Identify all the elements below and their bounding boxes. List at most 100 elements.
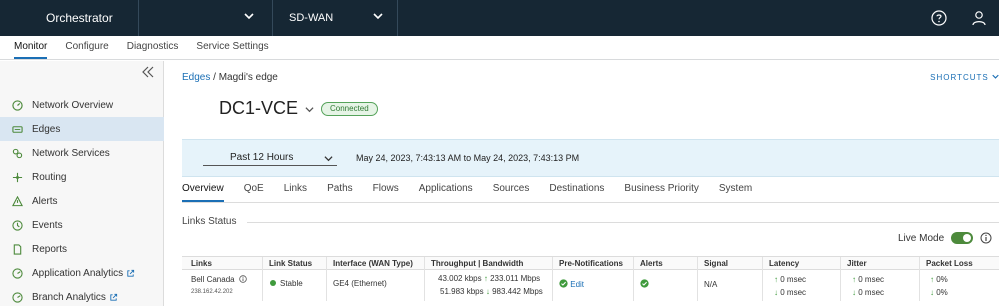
sidebar-item-label: Reports (32, 243, 68, 255)
product-selector[interactable]: SD-WAN (273, 0, 397, 36)
sidebar-item-branch-analytics[interactable]: Branch Analytics (0, 285, 164, 306)
live-mode-label: Live Mode (898, 233, 945, 244)
tab-destinations[interactable]: Destinations (549, 183, 604, 202)
sidebar-item-label: Edges (32, 123, 61, 135)
main-content: Edges / Magdi's edge SHORTCUTS DC1-VCE C… (165, 61, 999, 306)
tab-service-settings[interactable]: Service Settings (196, 35, 268, 59)
edge-device-icon (11, 123, 23, 135)
collapse-sidebar-icon[interactable] (141, 65, 155, 79)
col-latency[interactable]: Latency (769, 259, 799, 268)
divider (182, 202, 999, 203)
help-button[interactable] (919, 0, 959, 36)
jitter-up-value: 0 msec (858, 275, 885, 284)
latency-up: ↑ 0 msec (774, 275, 806, 284)
link-name: Bell Canada (191, 275, 247, 284)
link-name-text: Bell Canada (191, 275, 235, 284)
sidebar-item-network-services[interactable]: Network Services (0, 141, 164, 165)
arrow-up-icon: ↑ (483, 274, 488, 283)
col-jitter[interactable]: Jitter (847, 259, 867, 268)
user-menu-button[interactable] (959, 0, 999, 36)
sidebar-item-application-analytics[interactable]: Application Analytics (0, 261, 164, 285)
links-table-header: Links Link Status Interface (WAN Type) T… (182, 256, 999, 301)
tab-flows[interactable]: Flows (373, 183, 399, 202)
sidebar-item-label: Alerts (32, 195, 58, 207)
sidebar-item-events[interactable]: Events (0, 213, 164, 237)
tab-sources[interactable]: Sources (493, 183, 530, 202)
link-status-text: Stable (280, 279, 303, 288)
col-pre-notifications[interactable]: Pre-Notifications (559, 259, 623, 268)
top-bar: Orchestrator SD-WAN (0, 0, 999, 36)
network-services-icon (11, 147, 23, 159)
tab-configure[interactable]: Configure (65, 35, 108, 59)
arrow-down-icon: ↓ (774, 288, 778, 297)
throughput-down-value: 51.983 kbps (440, 287, 484, 296)
tab-links[interactable]: Links (284, 183, 307, 202)
gauge-icon (11, 99, 23, 111)
col-alerts[interactable]: Alerts (640, 259, 663, 268)
col-signal[interactable]: Signal (704, 259, 728, 268)
bandwidth-down-value: 983.442 Mbps (492, 287, 543, 296)
edge-name: DC1-VCE (219, 98, 299, 118)
throughput-up-value: 43.002 kbps (438, 274, 482, 283)
main-nav: Monitor Configure Diagnostics Service Se… (0, 36, 999, 60)
interface: GE4 (Ethernet) (333, 279, 387, 288)
table-row[interactable]: Bell Canada 238.162.42.202 Stable GE4 (E… (182, 270, 999, 302)
sidebar-item-network-overview[interactable]: Network Overview (0, 93, 164, 117)
breadcrumb: Edges / Magdi's edge (182, 72, 278, 83)
sidebar-item-reports[interactable]: Reports (0, 237, 164, 261)
product-label: SD-WAN (289, 12, 334, 24)
link-status: Stable (270, 279, 303, 288)
shortcuts-menu[interactable]: SHORTCUTS (930, 73, 999, 82)
sidebar-item-routing[interactable]: Routing (0, 165, 164, 189)
time-range-text: May 24, 2023, 7:43:13 AM to May 24, 2023… (356, 153, 580, 163)
tab-monitor[interactable]: Monitor (14, 35, 48, 59)
sidebar-item-label: Branch Analytics (32, 291, 106, 303)
customer-selector[interactable] (139, 0, 272, 36)
breadcrumb-link-edges[interactable]: Edges (182, 72, 210, 83)
tab-applications[interactable]: Applications (419, 183, 473, 202)
tab-overview[interactable]: Overview (182, 183, 224, 202)
edge-subtabs: Overview QoE Links Paths Flows Applicati… (182, 183, 772, 202)
info-icon[interactable] (239, 275, 247, 283)
arrow-up-icon: ↑ (852, 275, 856, 284)
pre-notifications-cell: Edit (559, 279, 584, 289)
analytics-icon (11, 291, 23, 303)
sidebar-item-label: Routing (32, 171, 67, 183)
chevron-down-icon (324, 156, 333, 162)
check-circle-icon (640, 279, 649, 288)
time-filter-bar: Past 12 Hours May 24, 2023, 7:43:13 AM t… (182, 139, 999, 177)
chevron-down-icon[interactable] (305, 105, 314, 114)
status-badge: Connected (321, 102, 378, 116)
status-dot (270, 280, 276, 286)
sidebar-item-label: Network Services (32, 147, 110, 159)
tab-qoe[interactable]: QoE (244, 183, 264, 202)
edit-link[interactable]: Edit (570, 280, 584, 289)
external-link-icon (127, 269, 135, 277)
sidebar-item-edges[interactable]: Edges (0, 117, 164, 141)
time-range-selected: Past 12 Hours (230, 152, 294, 163)
col-links[interactable]: Links (191, 259, 212, 268)
chevron-down-icon (992, 74, 999, 79)
latency-up-value: 0 msec (780, 275, 807, 284)
analytics-icon (11, 267, 23, 279)
col-link-status[interactable]: Link Status (269, 259, 312, 268)
col-interface[interactable]: Interface (WAN Type) (333, 259, 413, 268)
tab-system[interactable]: System (719, 183, 752, 202)
chevron-down-icon (373, 13, 383, 20)
arrow-up-icon: ↑ (774, 275, 778, 284)
info-icon[interactable] (980, 232, 992, 244)
loss-up: ↑ 0% (930, 275, 948, 284)
throughput-down: 51.983 kbps ↓ 983.442 Mbps (440, 287, 543, 296)
live-mode-toggle[interactable] (951, 232, 973, 244)
tab-paths[interactable]: Paths (327, 183, 353, 202)
alerts-cell (640, 279, 649, 290)
help-icon (931, 10, 947, 26)
time-range-select[interactable]: Past 12 Hours (203, 152, 337, 166)
app-title[interactable]: Orchestrator (0, 11, 138, 25)
tab-business-priority[interactable]: Business Priority (624, 183, 698, 202)
sidebar-item-alerts[interactable]: Alerts (0, 189, 164, 213)
tab-diagnostics[interactable]: Diagnostics (127, 35, 179, 59)
col-throughput[interactable]: Throughput | Bandwidth (431, 259, 523, 268)
chevron-down-icon (244, 13, 254, 20)
col-packet-loss[interactable]: Packet Loss (926, 259, 973, 268)
